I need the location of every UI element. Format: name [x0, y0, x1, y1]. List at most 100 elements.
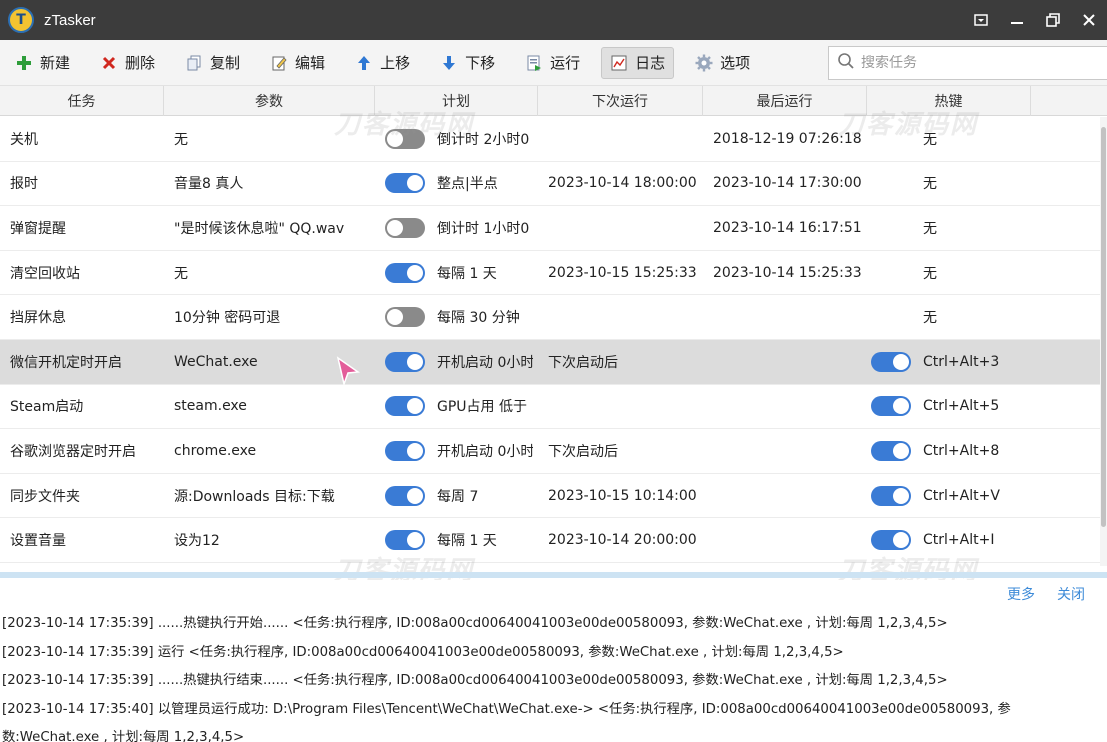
- toggle-knob: [407, 264, 423, 281]
- table-row[interactable]: 弹窗提醒 "是时候该休息啦" QQ.wav 倒计时 1小时0 2023-10-14 1…: [0, 206, 1100, 251]
- task-next-run-cell: 2023-10-15 10:14:00: [548, 487, 697, 504]
- minimize-icon[interactable]: [999, 0, 1035, 40]
- task-enabled-toggle[interactable]: [385, 307, 425, 328]
- toggle-knob: [407, 532, 423, 549]
- task-plan-text: 开机启动 0小时: [437, 354, 533, 371]
- toggle-knob: [407, 353, 423, 370]
- task-name-cell: 微信开机定时开启: [10, 354, 122, 371]
- search-input[interactable]: [861, 55, 1091, 71]
- run-button[interactable]: 运行: [516, 47, 589, 79]
- hotkey-enabled-toggle[interactable]: [871, 440, 911, 461]
- task-plan-text: 整点|半点: [437, 176, 498, 193]
- search-box[interactable]: [828, 46, 1107, 80]
- column-header-next-run[interactable]: 下次运行: [538, 86, 703, 116]
- task-hotkey-cell: 无: [867, 307, 1100, 327]
- arrow-down-icon: [440, 54, 458, 72]
- task-plan-text: 每隔 30 分钟: [437, 310, 520, 327]
- close-icon[interactable]: [1071, 0, 1107, 40]
- task-name-cell: 谷歌浏览器定时开启: [10, 443, 136, 460]
- task-next-run-cell: 下次启动后: [548, 443, 618, 460]
- table-row[interactable]: 同步文件夹 源:Downloads 目标:下载 每周 7 2023-10-15 10:…: [0, 474, 1100, 519]
- task-plan-cell: 整点|半点: [375, 173, 538, 194]
- new-button[interactable]: 新建: [6, 47, 79, 79]
- task-hotkey-cell: 无: [867, 173, 1100, 193]
- task-enabled-toggle[interactable]: [385, 485, 425, 506]
- toggle-knob: [893, 487, 909, 504]
- task-name-cell: 挡屏休息: [10, 310, 66, 327]
- log-line: [2023-10-14 17:35:39] ......热键执行结束......…: [2, 673, 948, 689]
- scrollbar-thumb[interactable]: [1101, 127, 1106, 527]
- task-enabled-toggle[interactable]: [385, 217, 425, 238]
- log-button[interactable]: 日志: [601, 46, 675, 79]
- toggle-knob: [407, 487, 423, 504]
- table-scrollbar[interactable]: [1100, 117, 1107, 566]
- options-button-label: 选项: [720, 54, 751, 72]
- mouse-cursor-icon: [336, 356, 361, 390]
- hotkey-text: Ctrl+Alt+5: [923, 398, 1000, 415]
- toggle-knob: [893, 532, 909, 549]
- table-row[interactable]: 挡屏休息 10分钟 密码可退 每隔 30 分钟 无: [0, 295, 1100, 340]
- task-hotkey-cell: Ctrl+Alt+I: [867, 530, 1100, 551]
- task-name-cell: 弹窗提醒: [10, 220, 66, 237]
- move-down-button-label: 下移: [465, 54, 496, 72]
- task-next-run-cell: 2023-10-15 15:25:33: [548, 264, 697, 281]
- column-header-task[interactable]: 任务: [0, 86, 164, 116]
- task-hotkey-cell: Ctrl+Alt+8: [867, 440, 1100, 461]
- task-enabled-toggle[interactable]: [385, 351, 425, 372]
- log-line: [2023-10-14 17:35:39] 运行 <任务:执行程序, ID:00…: [2, 644, 844, 660]
- task-next-run-cell: 2023-10-14 18:00:00: [548, 175, 697, 192]
- task-plan-cell: 每隔 30 分钟: [375, 307, 538, 328]
- task-plan-cell: 每周 7: [375, 485, 538, 506]
- move-up-button-label: 上移: [380, 54, 411, 72]
- log-more-link[interactable]: 更多: [1007, 584, 1035, 604]
- delete-button[interactable]: 删除: [91, 47, 164, 79]
- task-param-cell: 音量8 真人: [174, 176, 244, 193]
- toggle-knob: [387, 309, 403, 326]
- task-enabled-toggle[interactable]: [385, 440, 425, 461]
- panel-splitter[interactable]: [0, 572, 1107, 578]
- toggle-knob: [387, 219, 403, 236]
- hotkey-enabled-toggle[interactable]: [871, 351, 911, 372]
- task-table: 关机无倒计时 2小时0 2018-12-19 07:26:18 无报时 音量8 真人整…: [0, 117, 1100, 566]
- move-down-button[interactable]: 下移: [431, 47, 504, 79]
- table-row[interactable]: 清空回收站 无 每隔 1 天 2023-10-15 15:25:33 2023-10-1…: [0, 251, 1100, 296]
- table-row[interactable]: 谷歌浏览器定时开启 chrome.exe 开机启动 0小时 下次启动后 Ctrl+Alt…: [0, 429, 1100, 474]
- hotkey-text: Ctrl+Alt+I: [923, 532, 995, 549]
- log-close-link[interactable]: 关闭: [1057, 584, 1085, 604]
- task-plan-text: 每隔 1 天: [437, 533, 497, 550]
- arrow-up-icon: [355, 54, 373, 72]
- task-name-cell: 关机: [10, 131, 38, 148]
- move-up-button[interactable]: 上移: [346, 47, 419, 79]
- run-icon: [525, 54, 543, 72]
- task-plan-cell: 开机启动 0小时: [375, 351, 538, 372]
- hotkey-enabled-toggle[interactable]: [871, 530, 911, 551]
- restore-icon[interactable]: [1035, 0, 1071, 40]
- hotkey-enabled-toggle[interactable]: [871, 485, 911, 506]
- options-button[interactable]: 选项: [686, 47, 759, 79]
- table-row[interactable]: Steam启动 steam.exe GPU占用 低于 Ctrl+Alt+5: [0, 385, 1100, 430]
- new-button-label: 新建: [40, 54, 71, 72]
- task-plan-cell: 开机启动 0小时: [375, 440, 538, 461]
- log-links: 更多 关闭: [1007, 584, 1107, 604]
- menu-dropdown-icon[interactable]: [963, 0, 999, 40]
- watermark: 刀客源码网: [838, 110, 979, 140]
- copy-button[interactable]: 复制: [176, 47, 249, 79]
- window-title: zTasker: [44, 11, 96, 29]
- task-enabled-toggle[interactable]: [385, 173, 425, 194]
- task-enabled-toggle[interactable]: [385, 396, 425, 417]
- hotkey-enabled-toggle[interactable]: [871, 396, 911, 417]
- app-logo-icon: T: [8, 7, 34, 33]
- task-enabled-toggle[interactable]: [385, 530, 425, 551]
- task-plan-cell: 每隔 1 天: [375, 262, 538, 283]
- search-icon: [837, 52, 855, 74]
- table-row[interactable]: 报时 音量8 真人 整点|半点 2023-10-14 18:00:00 2023-10-…: [0, 162, 1100, 207]
- task-hotkey-cell: Ctrl+Alt+5: [867, 396, 1100, 417]
- delete-button-label: 删除: [125, 54, 156, 72]
- task-name-cell: Steam启动: [10, 399, 84, 416]
- task-enabled-toggle[interactable]: [385, 262, 425, 283]
- task-next-run-cell: 2023-10-14 20:00:00: [548, 532, 697, 549]
- table-row[interactable]: 微信开机定时开启 WeChat.exe 开机启动 0小时 下次启动后 Ctrl+Alt+…: [0, 339, 1100, 385]
- task-param-cell: 10分钟 密码可退: [174, 310, 281, 327]
- gear-icon: [695, 54, 713, 72]
- edit-button[interactable]: 编辑: [261, 47, 334, 79]
